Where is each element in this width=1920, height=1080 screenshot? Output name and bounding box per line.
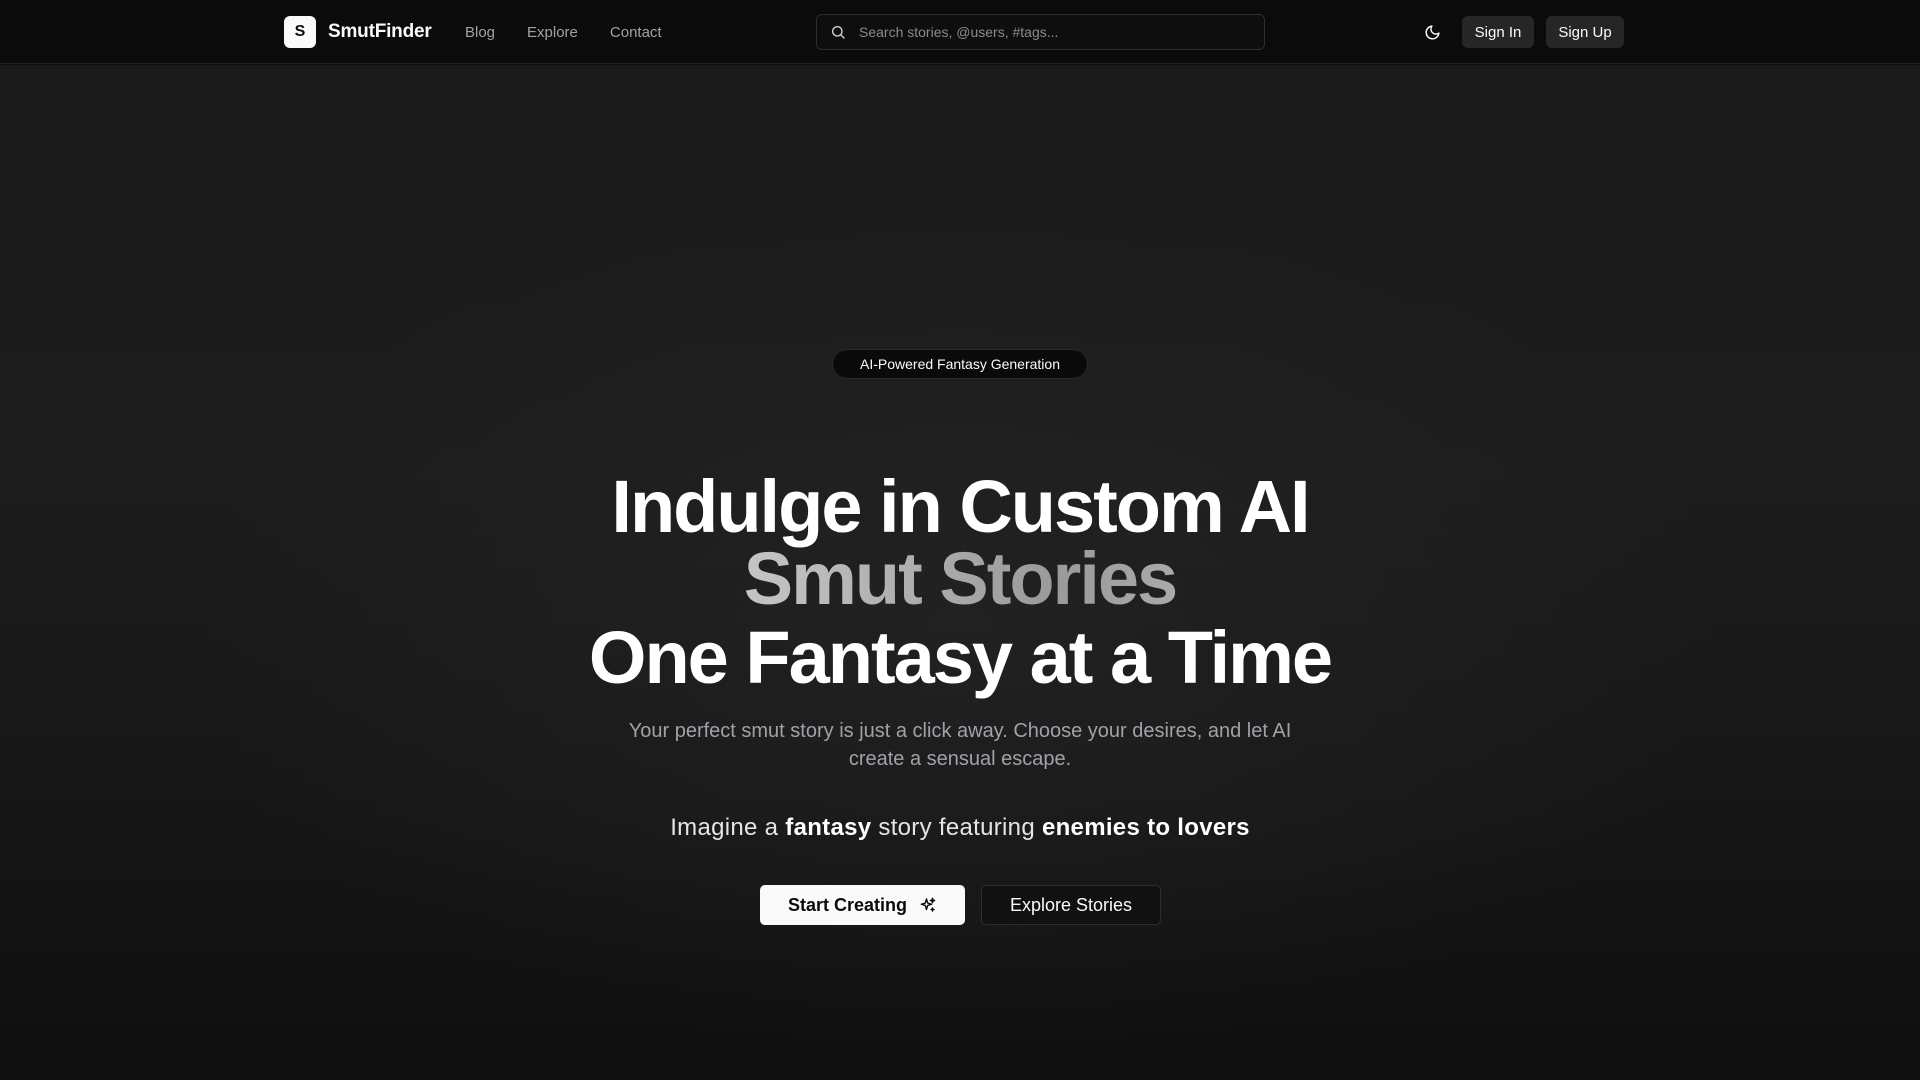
search-input[interactable] xyxy=(857,15,1264,49)
main-nav: Blog Explore Contact xyxy=(465,0,662,64)
sparkles-icon xyxy=(920,897,936,912)
sign-in-button[interactable]: Sign In xyxy=(1462,16,1534,48)
hero-subtitle: Your perfect smut story is just a click … xyxy=(628,720,1292,770)
brand-name: SmutFinder xyxy=(328,21,432,42)
imagine-middle: story featuring xyxy=(878,814,1035,841)
brand-home-link[interactable]: S SmutFinder xyxy=(284,16,432,48)
imagine-trope: enemies to lovers xyxy=(1041,814,1250,841)
start-creating-button[interactable]: Start Creating xyxy=(760,885,965,925)
explore-stories-button[interactable]: Explore Stories xyxy=(981,885,1161,925)
brand-logo: S xyxy=(284,16,316,48)
nav-explore-link[interactable]: Explore xyxy=(527,24,578,41)
imagine-prefix: Imagine a xyxy=(670,814,779,841)
search-icon xyxy=(832,26,845,39)
nav-blog-link[interactable]: Blog xyxy=(465,24,495,41)
search-box[interactable] xyxy=(816,14,1265,50)
sign-up-button[interactable]: Sign Up xyxy=(1546,16,1624,48)
theme-toggle-button[interactable] xyxy=(1416,14,1448,50)
start-creating-label: Start Creating xyxy=(787,894,908,915)
nav-contact-link[interactable]: Contact xyxy=(610,24,662,41)
hero-badge: AI-Powered Fantasy Generation xyxy=(832,349,1088,379)
hero-section: AI-Powered Fantasy Generation Indulge in… xyxy=(0,65,1920,1080)
imagine-prompt: Imagine a fantasy story featuring enemie… xyxy=(0,814,1920,842)
headline-line-3: One Fantasy at a Time xyxy=(588,616,1333,699)
imagine-genre: fantasy xyxy=(785,814,872,841)
top-header: S SmutFinder Blog Explore Contact Sign I… xyxy=(0,0,1920,64)
headline-line-1: Indulge in Custom AI xyxy=(611,465,1310,548)
headline-line-2: Smut Stories xyxy=(0,542,1920,616)
moon-icon xyxy=(1425,24,1440,39)
